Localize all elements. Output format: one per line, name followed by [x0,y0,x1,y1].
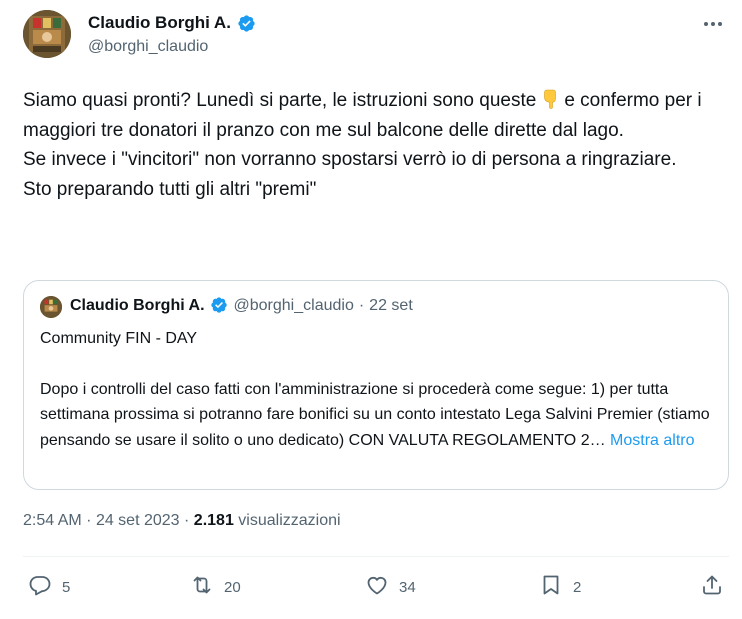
tweet-meta: 2:54 AM · 24 set 2023 · 2.181 visualizza… [23,512,341,530]
divider [23,556,729,557]
author-display-name[interactable]: Claudio Borghi A. [88,13,231,33]
quote-header: Claudio Borghi A. @borghi_claudio · 22 s… [70,296,413,315]
quote-author-name: Claudio Borghi A. [70,296,205,314]
share-icon [700,573,724,601]
share-button[interactable] [700,570,724,604]
meta-separator: · [86,512,92,529]
backhand-index-pointing-down-icon [540,89,560,109]
quote-author-avatar [40,296,62,318]
bookmark-icon [539,573,563,601]
tweet-text: Siamo quasi pronti? Lunedì si parte, le … [23,86,723,204]
tweet-line-3: Se invece i "vincitori" non vorranno spo… [23,149,677,170]
like-icon [365,573,389,601]
more-icon[interactable] [702,16,724,32]
quote-date: 22 set [369,296,413,314]
tweet-time[interactable]: 2:54 AM [23,512,82,529]
quote-author-handle: @borghi_claudio [233,296,354,314]
like-button[interactable]: 34 [365,570,416,604]
show-more-link[interactable]: Mostra altro [610,432,694,449]
quoted-tweet[interactable]: Claudio Borghi A. @borghi_claudio · 22 s… [23,280,729,490]
reply-button[interactable]: 5 [28,570,70,604]
quote-separator: · [358,296,365,314]
like-count: 34 [399,578,416,596]
tweet-date[interactable]: 24 set 2023 [96,512,180,529]
views-count: 2.181 [193,512,234,529]
tweet-line-4: Sto preparando tutti gli altri "premi" [23,178,317,200]
action-bar: 5 20 34 2 [0,570,742,604]
bookmark-count: 2 [573,578,582,596]
author-handle[interactable]: @borghi_claudio [88,38,208,56]
quote-title: Community FIN - DAY [40,330,198,347]
repost-icon [190,573,214,601]
tweet-card: Claudio Borghi A. @borghi_claudio Siamo … [0,0,742,619]
repost-button[interactable]: 20 [190,570,241,604]
verified-badge-icon [237,14,256,33]
reply-icon [28,573,52,601]
repost-count: 20 [224,578,241,596]
verified-badge-icon [210,296,229,315]
quote-text: Community FIN - DAY Dopo i controlli del… [40,326,720,453]
meta-separator: · [184,512,190,529]
author-avatar[interactable] [23,10,71,58]
reply-count: 5 [62,578,71,596]
author-name-row: Claudio Borghi A. [88,13,256,33]
bookmark-button[interactable]: 2 [539,570,581,604]
tweet-line-1: Siamo quasi pronti? Lunedì si parte, le … [23,90,537,111]
views-label: visualizzazioni [238,512,341,529]
